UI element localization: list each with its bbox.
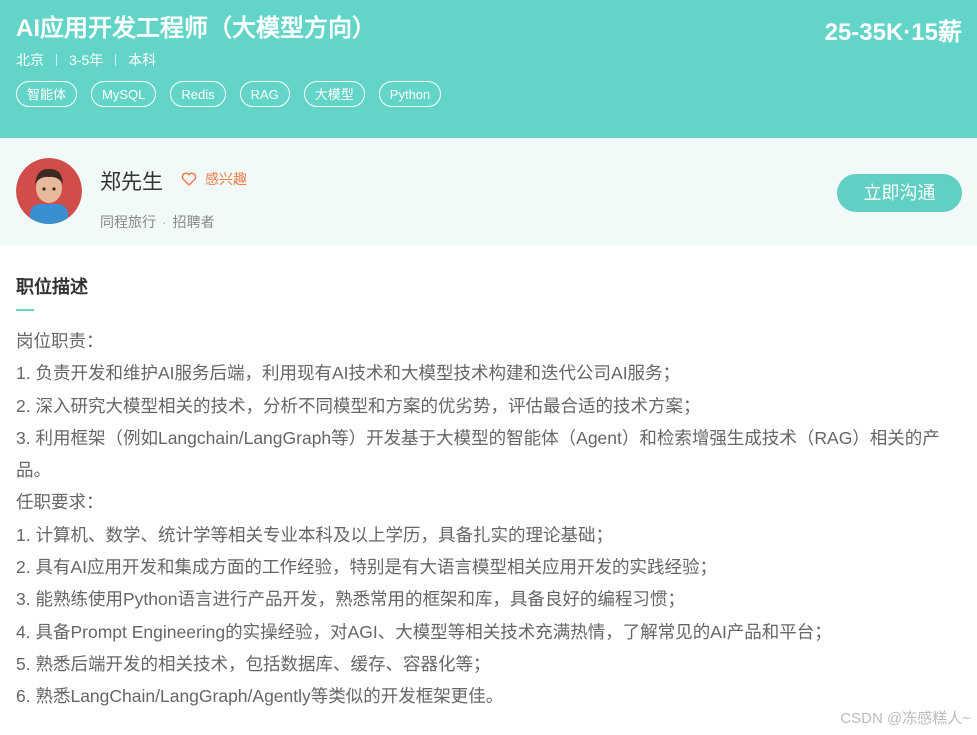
description-line: 5. 熟悉后端开发的相关技术，包括数据库、缓存、容器化等；: [16, 653, 491, 674]
description-line: 6. 熟悉LangChain/LangGraph/Agently等类似的开发框架…: [16, 686, 504, 707]
meta-divider: [56, 54, 57, 66]
recruiter-role: 招聘者: [172, 214, 215, 230]
description-line: 岗位职责：: [16, 331, 104, 351]
job-tag[interactable]: 智能体: [16, 81, 78, 107]
job-city: 北京: [16, 52, 44, 68]
salary: 25-35K·15薪: [824, 19, 962, 46]
job-tag[interactable]: Python: [378, 81, 442, 107]
job-meta: 北京 3-5年 本科: [16, 50, 156, 70]
job-education: 本科: [128, 52, 157, 68]
job-tag[interactable]: 大模型: [303, 81, 365, 107]
description-line: 4. 具备Prompt Engineering的实操经验，对AGI、大模型等相关…: [16, 621, 832, 642]
avatar[interactable]: [16, 158, 82, 224]
interest-button[interactable]: 感兴趣: [181, 169, 247, 189]
recruiter-company: 同程旅行: [100, 214, 156, 230]
description-line: 1. 计算机、数学、统计学等相关专业本科及以上学历，具备扎实的理论基础；: [16, 524, 613, 545]
chat-now-button[interactable]: 立即沟通: [837, 174, 962, 212]
recruiter-card: 郑先生 感兴趣 同程旅行 · 招聘者 立即沟通: [0, 138, 977, 246]
job-description: 职位描述 岗位职责： 1. 负责开发和维护AI服务后端，利用现有AI技术和大模型技…: [16, 272, 966, 713]
description-line: 2. 具有AI应用开发和集成方面的工作经验，特别是有大语言模型相关应用开发的实践…: [16, 557, 717, 578]
description-line: 2. 深入研究大模型相关的技术，分析不同模型和方案的优劣势，评估最合适的技术方案…: [16, 395, 701, 416]
job-header: AI应用开发工程师（大模型方向） 25-35K·15薪 北京 3-5年 本科 智…: [0, 0, 977, 138]
description-line: 3. 利用框架（例如Langchain/LangGraph等）开发基于大模型的智…: [16, 427, 940, 481]
interest-label: 感兴趣: [205, 171, 247, 187]
description-line: 1. 负责开发和维护AI服务后端，利用现有AI技术和大模型技术构建和迭代公司AI…: [16, 363, 681, 384]
description-line: 3. 能熟练使用Python语言进行产品开发，熟悉常用的框架和库，具备良好的编程…: [16, 589, 685, 610]
job-tags: 智能体 MySQL Redis RAG 大模型 Python: [16, 81, 442, 107]
job-title: AI应用开发工程师（大模型方向）: [16, 15, 376, 42]
section-underline: [16, 309, 34, 311]
job-tag[interactable]: RAG: [239, 81, 290, 107]
description-line: 任职要求：: [16, 492, 104, 513]
job-tag[interactable]: MySQL: [91, 81, 157, 107]
watermark: CSDN @冻感糕人~: [840, 710, 971, 727]
section-title: 职位描述: [16, 277, 88, 297]
meta-divider: [115, 54, 117, 66]
info-dot: ·: [162, 214, 167, 230]
heart-icon: [181, 172, 197, 186]
job-experience: 3-5年: [69, 52, 104, 68]
recruiter-info: 同程旅行 · 招聘者: [100, 212, 215, 232]
job-tag[interactable]: Redis: [170, 81, 226, 107]
description-text: 岗位职责： 1. 负责开发和维护AI服务后端，利用现有AI技术和大模型技术构建和迭…: [16, 325, 966, 713]
recruiter-name: 郑先生: [100, 171, 163, 194]
